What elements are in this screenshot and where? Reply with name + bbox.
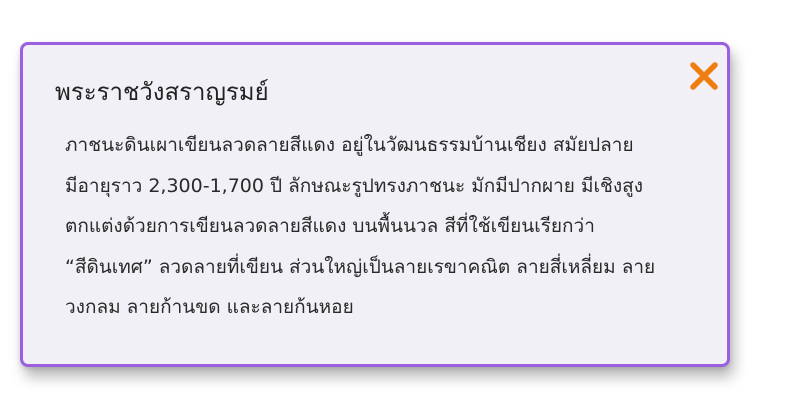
screen: พระราชวังสราญรมย์ ภาชนะดินเผาเขียนลวดลาย… xyxy=(0,0,786,412)
popup-description: ภาชนะดินเผาเขียนลวดลายสีแดง อยู่ในวัฒนธร… xyxy=(65,125,715,328)
description-line: มีอายุราว 2,300-1,700 ปี ลักษณะรูปทรงภาช… xyxy=(65,174,644,197)
description-line: วงกลม ลายก้านขด และลายก้นหอย xyxy=(65,296,354,318)
popup-title: พระราชวังสราญรมย์ xyxy=(55,78,269,106)
close-button[interactable] xyxy=(687,59,721,93)
description-line: ภาชนะดินเผาเขียนลวดลายสีแดง อยู่ในวัฒนธร… xyxy=(65,134,634,156)
close-x-icon xyxy=(690,62,718,90)
description-line: ตกแต่งด้วยการเขียนลวดลายสีแดง บนพื้นนวล … xyxy=(65,215,595,237)
description-line: “สีดินเทศ” ลวดลายที่เขียน ส่วนใหญ่เป็นลา… xyxy=(65,255,656,278)
info-popup: พระราชวังสราญรมย์ ภาชนะดินเผาเขียนลวดลาย… xyxy=(20,42,730,367)
